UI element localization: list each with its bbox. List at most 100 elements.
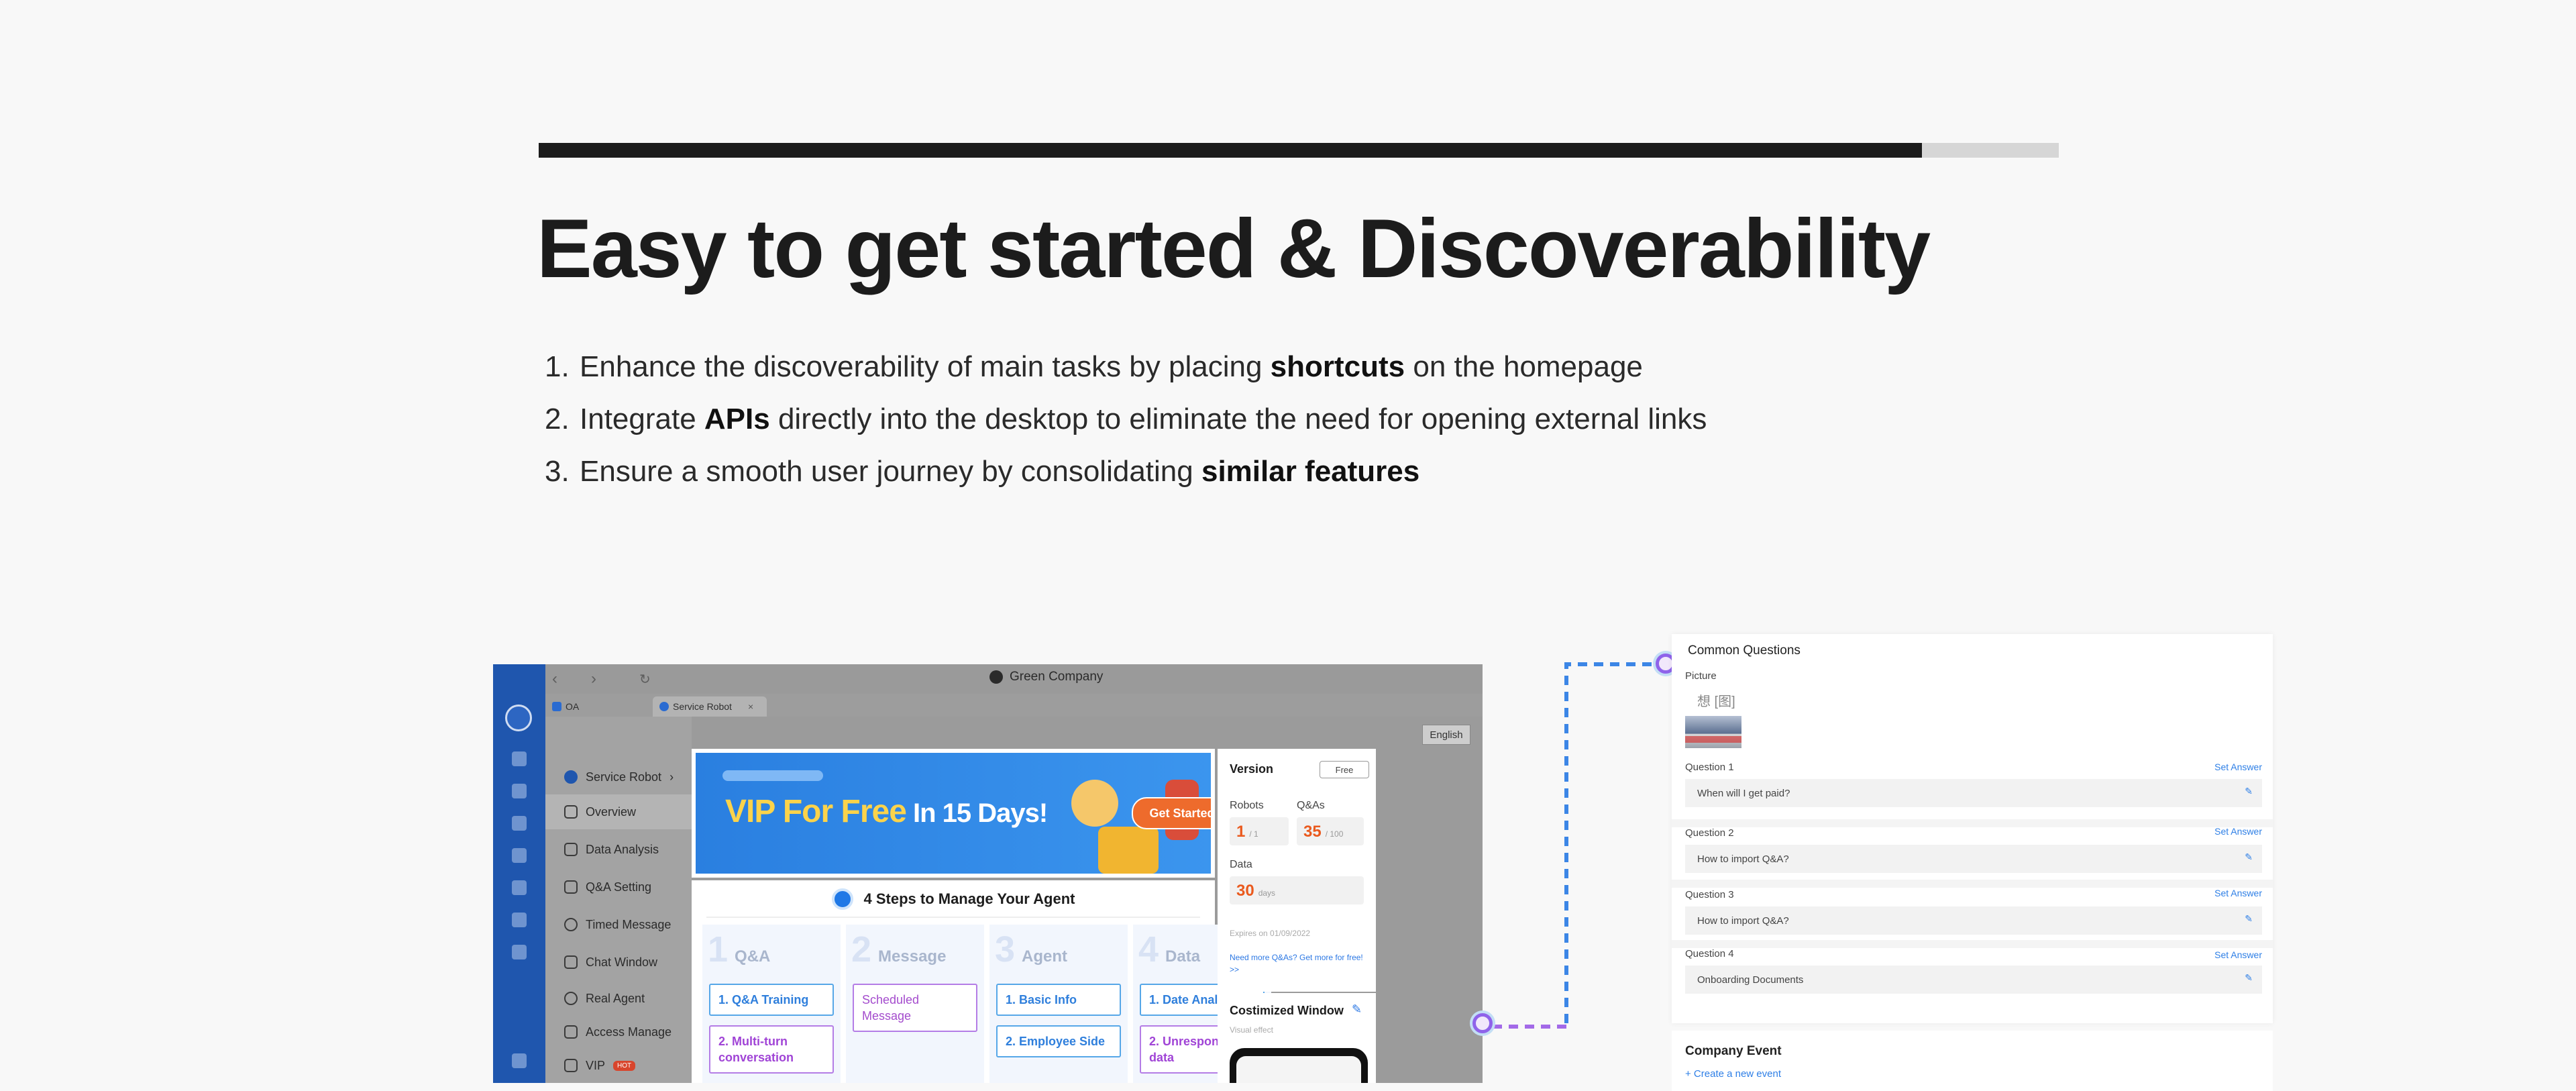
- qas-label: Q&As: [1297, 800, 1325, 811]
- step-name: Data: [1165, 947, 1201, 966]
- step-number: 4: [1138, 929, 1159, 970]
- sidebar-header[interactable]: Service Robot ›: [545, 760, 692, 794]
- sidebar-item-access-manage[interactable]: Access Manage: [545, 1015, 692, 1049]
- edit-icon[interactable]: ✎: [2245, 786, 2253, 797]
- steps-card: 4 Steps to Manage Your Agent 1 Q&A 1. Q&…: [692, 880, 1271, 1083]
- tab-oa[interactable]: OA: [545, 696, 586, 717]
- back-arrow-icon[interactable]: ‹: [552, 670, 557, 688]
- picture-thumbnail[interactable]: [1685, 716, 1741, 748]
- sidebar-item-data-analysis[interactable]: Data Analysis: [545, 832, 692, 867]
- step-column-message: 2 Message Scheduled Message: [846, 925, 984, 1083]
- agent-icon: [564, 992, 578, 1005]
- sidebar-item-vip[interactable]: VIP HOT: [545, 1048, 692, 1083]
- get-started-button[interactable]: Get Started: [1132, 797, 1211, 829]
- edit-icon[interactable]: ✎: [2245, 972, 2253, 984]
- rail-app-icon[interactable]: [512, 880, 527, 895]
- robots-label: Robots: [1230, 800, 1264, 811]
- question-field[interactable]: How to import Q&A? ✎: [1685, 845, 2262, 873]
- robot-icon: [831, 888, 853, 910]
- edit-icon[interactable]: ✎: [2245, 913, 2253, 925]
- window-icon: [564, 955, 578, 969]
- sidebar-item-real-agent[interactable]: Real Agent: [545, 981, 692, 1016]
- qa-training-chip[interactable]: 1. Q&A Training: [709, 984, 834, 1016]
- step-name: Message: [878, 947, 947, 966]
- chevron-right-icon: ›: [669, 770, 674, 784]
- connector-node-bottom: [1472, 1013, 1493, 1033]
- forward-arrow-icon[interactable]: ›: [591, 670, 596, 688]
- step-number: 2: [851, 929, 872, 970]
- rail-app-icon[interactable]: [512, 848, 527, 863]
- chat-icon: [564, 880, 578, 894]
- robots-value: 1 / 1: [1230, 817, 1289, 845]
- home-icon: [564, 805, 578, 819]
- phone-preview: [1230, 1048, 1368, 1083]
- create-event-link[interactable]: + Create a new event: [1685, 1068, 1781, 1080]
- set-answer-link[interactable]: Set Answer: [2214, 949, 2262, 960]
- question-field[interactable]: How to import Q&A? ✎: [1685, 906, 2262, 935]
- window-title: Green Company: [989, 670, 1103, 684]
- language-button[interactable]: English: [1422, 725, 1470, 745]
- basic-info-chip[interactable]: 1. Basic Info: [996, 984, 1121, 1016]
- sidebar-item-chat-window[interactable]: Chat Window: [545, 945, 692, 980]
- tab-service-robot[interactable]: Service Robot ×: [653, 696, 767, 717]
- cloud-decoration: [722, 770, 823, 781]
- app-window: ‹ › ↻ Green Company OA Service Robot × S…: [493, 664, 1483, 1083]
- sidebar-item-qa-setting[interactable]: Q&A Setting: [545, 870, 692, 904]
- get-more-link[interactable]: Need more Q&As? Get more for free! >>: [1230, 951, 1364, 976]
- steps-title: 4 Steps to Manage Your Agent: [692, 888, 1215, 910]
- refresh-icon[interactable]: ↻: [639, 671, 651, 688]
- clock-icon: [564, 918, 578, 931]
- employee-side-chip[interactable]: 2. Employee Side: [996, 1025, 1121, 1057]
- step-name: Agent: [1022, 947, 1068, 966]
- rail-app-icon[interactable]: [512, 913, 527, 927]
- step-number: 1: [708, 929, 729, 970]
- customized-window-title: Costimized Window: [1230, 1004, 1344, 1017]
- avatar[interactable]: [505, 705, 532, 731]
- crown-icon: [564, 1059, 578, 1072]
- hot-badge: HOT: [613, 1060, 636, 1071]
- step-column-agent: 3 Agent 1. Basic Info 2. Employee Side: [989, 925, 1128, 1083]
- question-label: Question 2: [1685, 827, 1734, 839]
- sidebar: Service Robot › Overview Data Analysis Q&…: [545, 717, 692, 1083]
- question-field[interactable]: When will I get paid? ✎: [1685, 779, 2262, 807]
- rail-app-icon[interactable]: [512, 784, 527, 798]
- divider: [706, 917, 1200, 918]
- edit-icon[interactable]: ✎: [1352, 1002, 1364, 1016]
- rail-app-icon[interactable]: [512, 945, 527, 959]
- banner-title: VIP For Free In 15 Days!: [725, 794, 1048, 829]
- free-badge: Free: [1320, 761, 1369, 778]
- event-title: Company Event: [1685, 1044, 1782, 1058]
- tab-close-icon[interactable]: ×: [748, 701, 753, 712]
- divider: [1672, 940, 2273, 948]
- question-label: Question 3: [1685, 889, 1734, 900]
- picture-meta: 想 [图]: [1697, 694, 1735, 709]
- rail-app-icon[interactable]: [512, 816, 527, 831]
- question-field[interactable]: Onboarding Documents ✎: [1685, 966, 2262, 994]
- divider: [1672, 819, 2273, 827]
- sidebar-item-overview[interactable]: Overview: [545, 794, 692, 829]
- vip-banner[interactable]: VIP For Free In 15 Days! Get Started: [692, 749, 1215, 878]
- sidebar-item-timed-message[interactable]: Timed Message: [545, 907, 692, 942]
- qas-value: 35 / 100: [1297, 817, 1364, 845]
- set-answer-link[interactable]: Set Answer: [2214, 762, 2262, 772]
- step-number: 3: [995, 929, 1016, 970]
- customized-window-card: Costimized Window ✎ Visual effect: [1218, 993, 1376, 1083]
- picture-label: Picture: [1685, 670, 1717, 682]
- service-robot-icon: [659, 702, 669, 711]
- question-label: Question 1: [1685, 762, 1734, 773]
- edit-icon[interactable]: ✎: [2245, 851, 2253, 863]
- rail-settings-icon[interactable]: [512, 1053, 527, 1068]
- person-illustration: [1071, 780, 1118, 827]
- set-answer-link[interactable]: Set Answer: [2214, 826, 2262, 837]
- multi-turn-chip[interactable]: 2. Multi-turn conversation: [709, 1025, 834, 1074]
- tab-bar: OA Service Robot ×: [545, 694, 1483, 717]
- rail-app-icon[interactable]: [512, 751, 527, 766]
- scheduled-message-chip[interactable]: Scheduled Message: [853, 984, 977, 1032]
- step-name: Q&A: [735, 947, 771, 966]
- company-logo-icon: [989, 670, 1003, 684]
- person-illustration: [1098, 827, 1159, 874]
- set-answer-link[interactable]: Set Answer: [2214, 888, 2262, 898]
- panel-title: Common Questions: [1688, 643, 1801, 658]
- expiry-text: Expires on 01/09/2022: [1230, 929, 1311, 938]
- step-column-qa: 1 Q&A 1. Q&A Training 2. Multi-turn conv…: [702, 925, 841, 1083]
